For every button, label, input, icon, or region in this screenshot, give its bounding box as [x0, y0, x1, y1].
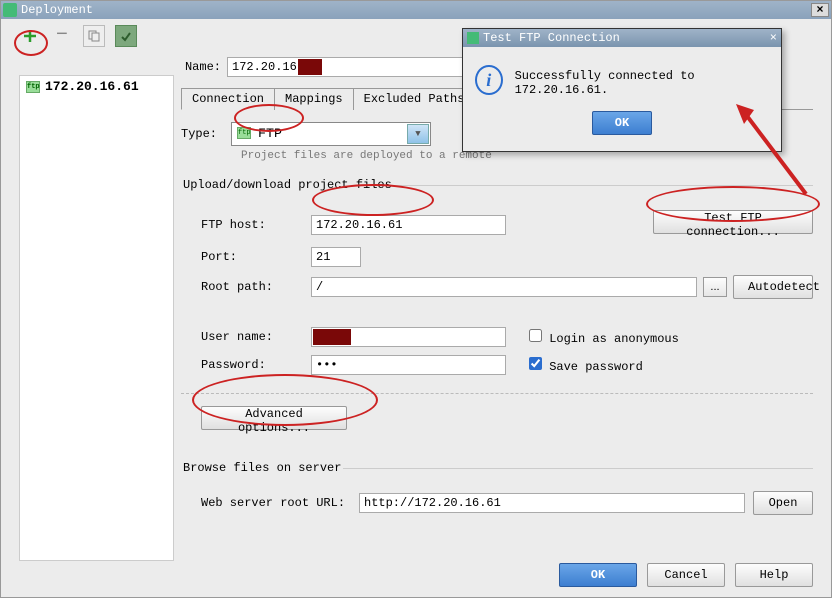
- save-password-checkbox[interactable]: [529, 357, 542, 370]
- browse-legend: Browse files on server: [181, 461, 343, 475]
- test-connection-button[interactable]: Test FTP connection...: [653, 210, 813, 234]
- ftp-icon: ftp: [237, 127, 251, 139]
- ok-button[interactable]: OK: [559, 563, 637, 587]
- ftp-host-input[interactable]: [311, 215, 506, 235]
- redacted-block: [298, 59, 322, 75]
- test-connection-dialog: Test FTP Connection × i Successfully con…: [462, 28, 782, 152]
- password-input[interactable]: [311, 355, 506, 375]
- app-icon: [467, 32, 479, 44]
- chevron-down-icon: ▼: [407, 124, 429, 144]
- close-icon[interactable]: ×: [811, 3, 829, 17]
- type-select[interactable]: FTP: [231, 122, 431, 146]
- copy-button[interactable]: [83, 25, 105, 47]
- server-tree-item[interactable]: ftp 172.20.16.61: [20, 76, 173, 97]
- port-input[interactable]: [311, 247, 361, 267]
- server-tree-item-label: 172.20.16.61: [45, 79, 139, 94]
- confirm-button[interactable]: [115, 25, 137, 47]
- cancel-button[interactable]: Cancel: [647, 563, 725, 587]
- username-label: User name:: [201, 330, 273, 344]
- popup-title: Test FTP Connection: [483, 31, 620, 45]
- password-label: Password:: [201, 358, 266, 372]
- add-button[interactable]: [19, 25, 41, 47]
- name-label: Name:: [181, 60, 227, 74]
- port-label: Port:: [201, 250, 237, 264]
- root-path-input[interactable]: [311, 277, 697, 297]
- save-password-label: Save password: [549, 360, 643, 374]
- advanced-options-button[interactable]: Advanced options...: [201, 406, 347, 430]
- info-icon: i: [475, 65, 503, 95]
- help-button[interactable]: Help: [735, 563, 813, 587]
- app-icon: [3, 3, 17, 17]
- autodetect-button[interactable]: Autodetect: [733, 275, 813, 299]
- ftp-icon: ftp: [26, 81, 40, 93]
- browse-root-button[interactable]: ...: [703, 277, 727, 297]
- save-password-row[interactable]: Save password: [529, 360, 643, 374]
- type-label: Type:: [181, 127, 231, 141]
- tab-mappings[interactable]: Mappings: [274, 88, 354, 110]
- popup-ok-button[interactable]: OK: [592, 111, 652, 135]
- root-path-label: Root path:: [201, 280, 273, 294]
- login-anonymous-checkbox[interactable]: [529, 329, 542, 342]
- ftp-host-label: FTP host:: [201, 218, 266, 232]
- tab-connection[interactable]: Connection: [181, 88, 275, 110]
- web-url-label: Web server root URL:: [201, 496, 359, 510]
- upload-legend: Upload/download project files: [181, 178, 394, 192]
- web-url-input[interactable]: [359, 493, 745, 513]
- open-url-button[interactable]: Open: [753, 491, 813, 515]
- server-tree[interactable]: ftp 172.20.16.61: [19, 75, 174, 561]
- tab-excluded-paths[interactable]: Excluded Paths: [353, 88, 476, 110]
- remove-button[interactable]: −: [51, 25, 73, 47]
- window-title: Deployment: [21, 3, 93, 17]
- popup-message: Successfully connected to 172.20.16.61.: [515, 65, 769, 97]
- login-anonymous-label: Login as anonymous: [549, 332, 679, 346]
- popup-close-icon[interactable]: ×: [770, 31, 777, 45]
- login-anonymous-row[interactable]: Login as anonymous: [529, 332, 679, 346]
